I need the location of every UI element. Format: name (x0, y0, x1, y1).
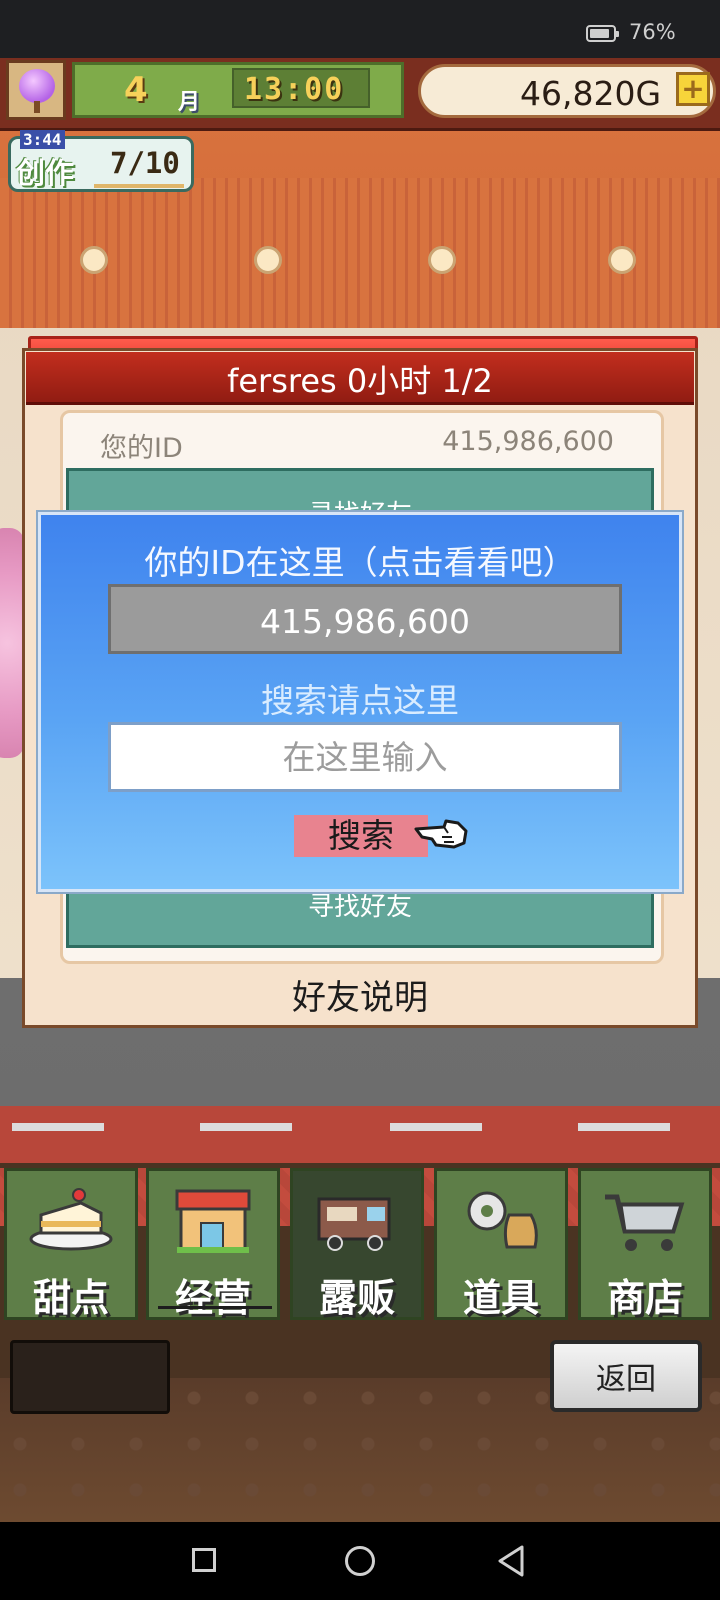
tab-label: 商店 (606, 1276, 683, 1320)
friend-title: fersres 0小时 1/2 (227, 362, 493, 400)
search-input[interactable] (108, 722, 622, 792)
gear-bag-icon (467, 1191, 538, 1249)
battery-percent: 76% (629, 20, 676, 44)
cart-icon (605, 1194, 685, 1251)
road-marking (578, 1123, 670, 1131)
month-number: 4 (124, 70, 148, 110)
tree-icon (19, 69, 55, 103)
road-marking (200, 1123, 292, 1131)
shop-icon (175, 1189, 251, 1253)
search-hint: 搜索请点这里 (261, 681, 459, 720)
add-gold-button[interactable]: + (676, 72, 710, 106)
create-timer: 3:44 (20, 130, 65, 149)
your-id-value: 415,986,600 (442, 426, 614, 457)
lamp-icon (608, 246, 636, 274)
tab-label: 甜点 (32, 1276, 109, 1320)
road-marking (390, 1123, 482, 1131)
cake-icon (29, 1188, 113, 1251)
battery-icon (586, 25, 619, 42)
tab-food-truck[interactable]: 露贩 (290, 1168, 424, 1320)
tab-store[interactable]: 商店 (578, 1168, 712, 1320)
create-count: 7/10 (110, 146, 180, 180)
create-progress (94, 184, 184, 188)
tab-label: 道具 (462, 1276, 539, 1320)
tab-underline (158, 1306, 272, 1309)
lamp-icon (428, 246, 456, 274)
hud-bar: 4 月 13:00 46,820G + (0, 58, 720, 131)
tab-label: 露贩 (318, 1276, 395, 1320)
tab-management[interactable]: 经营 (146, 1168, 280, 1320)
month-unit: 月 (178, 90, 201, 115)
recent-apps-icon[interactable] (192, 1548, 216, 1572)
game-time: 13:00 (244, 72, 345, 107)
avatar[interactable] (6, 60, 66, 120)
back-triangle-icon[interactable] (496, 1544, 526, 1578)
create-label: 创作 (16, 156, 75, 190)
home-icon[interactable] (345, 1546, 375, 1576)
your-id-label: 您的ID (100, 433, 183, 464)
road-marking (12, 1123, 104, 1131)
tab-label: 经营 (174, 1276, 251, 1320)
back-button[interactable]: 返回 (550, 1340, 702, 1412)
cherry-tree (0, 528, 24, 758)
gold-amount: 46,820G (520, 74, 662, 113)
lamp-icon (254, 246, 282, 274)
empty-slot (10, 1340, 170, 1414)
tab-items[interactable]: 道具 (434, 1168, 568, 1320)
friend-guide-button[interactable]: 好友说明 (26, 970, 694, 1019)
tab-desserts[interactable]: 甜点 (4, 1168, 138, 1320)
popup-title: 你的ID在这里（点击看看吧） (144, 543, 576, 582)
pointing-hand-icon (414, 819, 468, 849)
search-button[interactable]: 搜索 (294, 815, 428, 857)
lamp-icon (80, 246, 108, 274)
id-display-value[interactable]: 415,986,600 (108, 602, 622, 641)
food-truck-icon (317, 1197, 391, 1251)
